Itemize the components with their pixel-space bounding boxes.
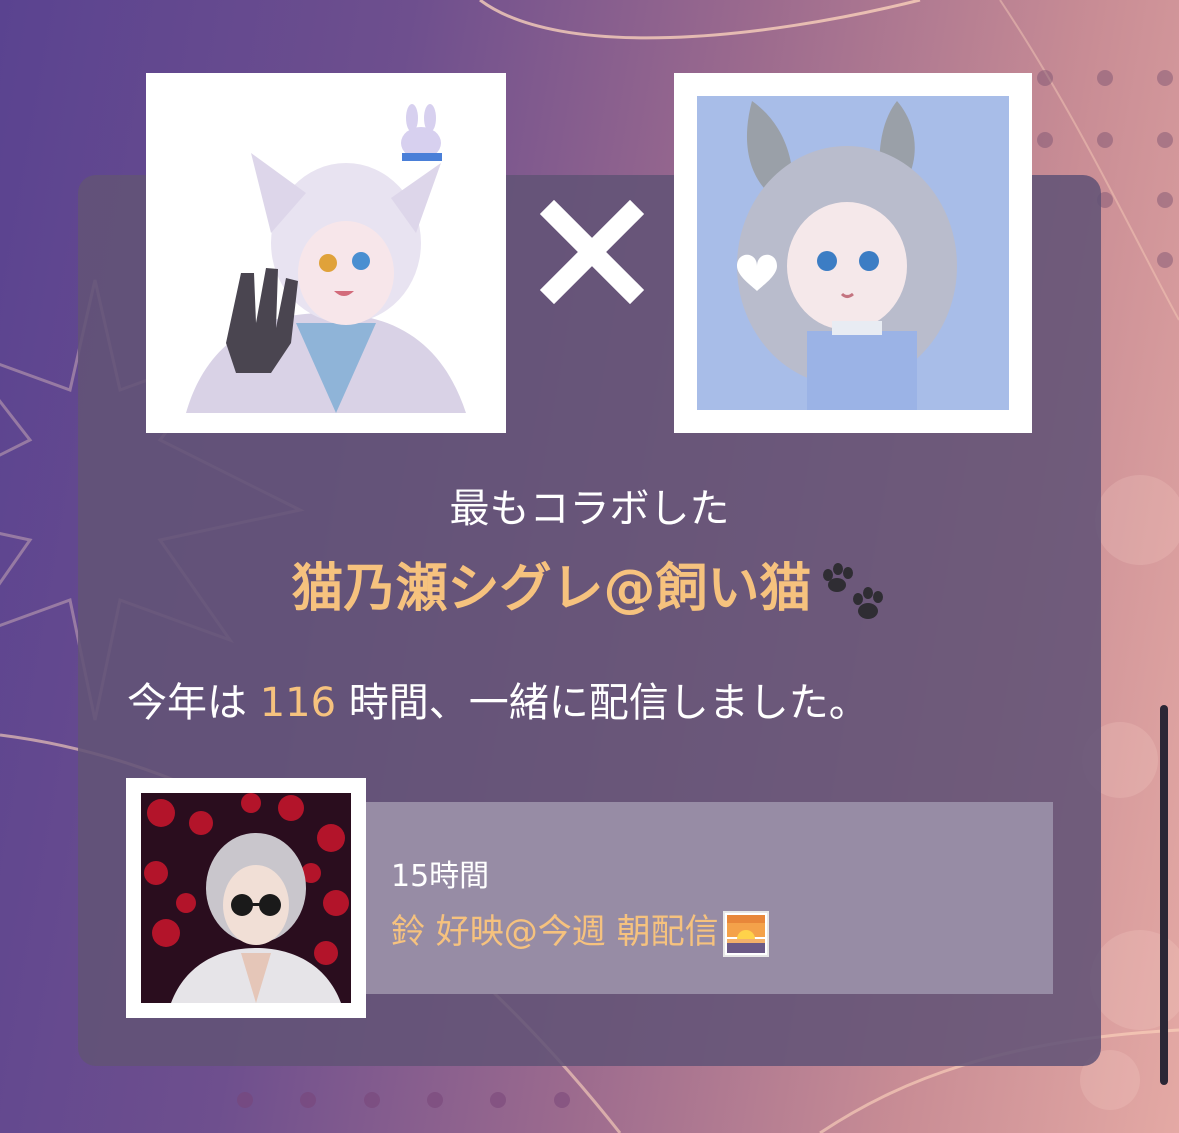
scrollbar[interactable] (1160, 705, 1168, 1085)
sunrise-icon (722, 910, 769, 957)
partner-avatar-image (697, 96, 1009, 410)
most-collab-label: 最もコラボした (449, 486, 730, 532)
hours-together-text: 今年は 116 時間、一緒に配信しました。 (127, 676, 869, 730)
runner-up-hours: 15時間 (391, 859, 490, 894)
hours-suffix: 時間、一緒に配信しました。 (336, 680, 869, 726)
wolf-girl-avatar-image (146, 73, 506, 433)
close-x-icon (540, 200, 644, 304)
dot-pattern (237, 1092, 570, 1108)
curve-decoration (479, 0, 921, 40)
runner-up-bar (352, 802, 1053, 994)
partner-name: 猫乃瀬シグレ@飼い猫 (78, 556, 1101, 623)
paw-prints-icon (822, 563, 883, 619)
partner-avatar (674, 73, 1032, 433)
hours-prefix: 今年は (127, 680, 260, 726)
runner-up-name-text: 鈴 好映@今週 朝配信 (391, 912, 719, 952)
self-avatar (146, 73, 506, 433)
runner-up-avatar (126, 778, 366, 1018)
hours-value: 116 (259, 680, 337, 726)
partner-name-text: 猫乃瀬シグレ@飼い猫 (291, 559, 812, 619)
runner-up-avatar-image (141, 793, 351, 1003)
runner-up-name: 鈴 好映@今週 朝配信 (391, 908, 769, 957)
